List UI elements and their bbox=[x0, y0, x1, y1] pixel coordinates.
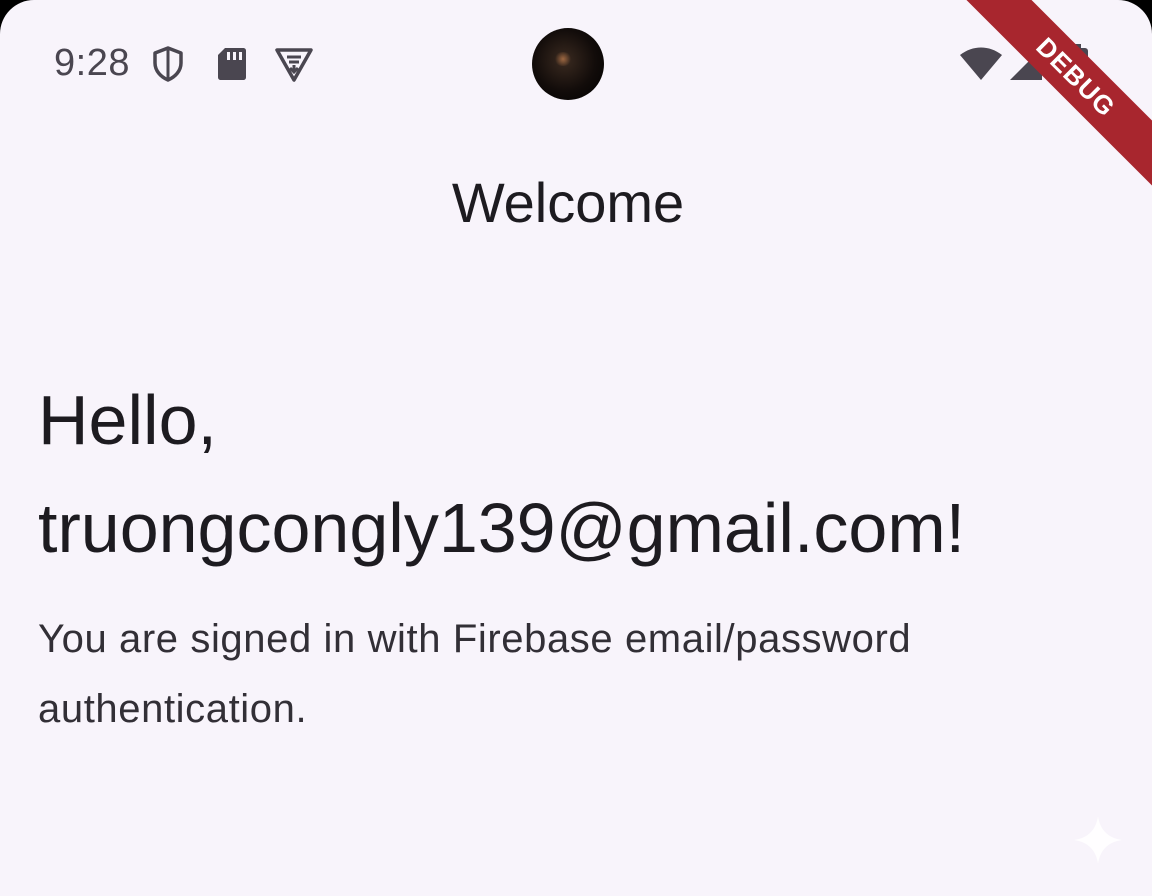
front-camera bbox=[532, 28, 604, 100]
shield-icon bbox=[153, 46, 183, 82]
status-bar: 9:28 bbox=[0, 0, 1152, 130]
signed-in-message: You are signed in with Firebase email/pa… bbox=[38, 617, 912, 731]
sd-card-icon bbox=[218, 48, 246, 80]
status-time: 9:28 bbox=[54, 42, 130, 84]
sparkle-icon bbox=[1074, 816, 1122, 864]
vpn-icon bbox=[275, 48, 313, 82]
app-bar-title: Welcome bbox=[451, 171, 685, 234]
greeting-text: Hello, truongcongly139@gmail.com! bbox=[38, 381, 966, 567]
camera-glint bbox=[554, 52, 572, 66]
wifi-icon bbox=[960, 47, 1002, 80]
app-screen: 9:28 DEBUG Welcome Hello, truongcongly13… bbox=[0, 0, 1152, 896]
